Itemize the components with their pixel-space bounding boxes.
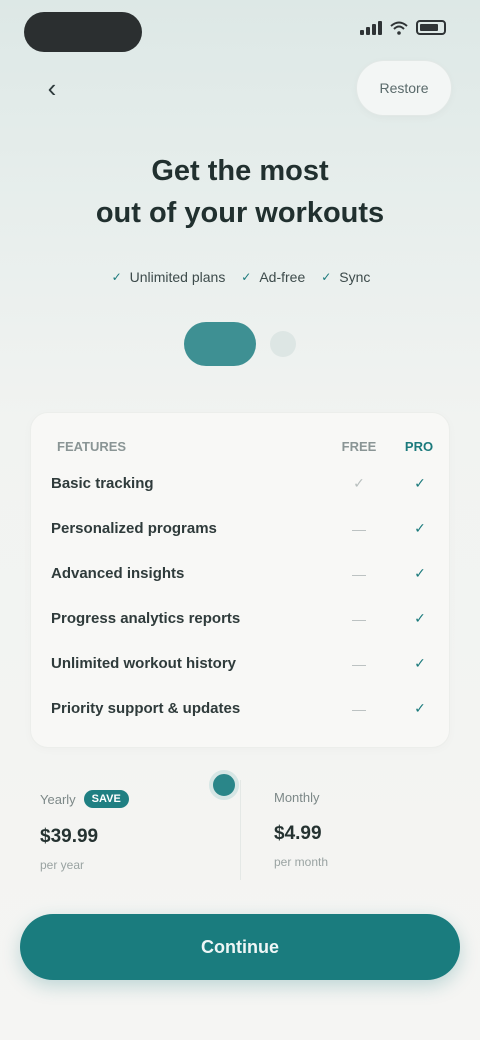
- battery-icon: [416, 20, 446, 35]
- check-icon: ✓: [321, 270, 332, 284]
- benefits-row: ✓ Unlimited plans ✓ Ad-free ✓ Sync: [30, 262, 450, 292]
- plan-price: $39.99: [40, 826, 99, 847]
- benefit-item: ✓ Sync: [319, 269, 370, 285]
- carousel-page-indicator: [0, 322, 480, 366]
- free-dash-icon: —: [352, 610, 366, 627]
- plan-caption-label: Yearly: [40, 791, 76, 807]
- feature-label: Personalized programs: [51, 520, 217, 537]
- comparison-row: Progress analytics reports — ✓: [31, 596, 449, 641]
- comparison-row: Basic tracking ✓ ✓: [31, 461, 449, 506]
- free-dash-icon: —: [352, 655, 366, 672]
- free-column-header: FREE: [341, 439, 377, 454]
- comparison-row: Advanced insights — ✓: [31, 551, 449, 596]
- continue-button[interactable]: Continue: [20, 914, 460, 980]
- plan-caption-label: Monthly: [274, 790, 320, 805]
- comparison-row: Personalized programs — ✓: [31, 506, 449, 551]
- status-bar: [0, 0, 480, 64]
- pro-check-icon: ✓: [414, 520, 426, 536]
- feature-comparison-card: FEATURES FREE PRO Basic tracking ✓ ✓ Per…: [30, 412, 450, 748]
- features-column-header: FEATURES: [57, 439, 127, 454]
- pro-check-icon: ✓: [414, 565, 426, 581]
- feature-label: Progress analytics reports: [51, 610, 241, 627]
- save-badge: SAVE: [83, 790, 129, 808]
- restore-purchases-button[interactable]: Restore: [356, 60, 452, 116]
- pro-column-header: PRO: [404, 439, 434, 454]
- plan-price: $4.99: [274, 823, 322, 844]
- plan-period: per month: [274, 855, 329, 869]
- cellular-signal-icon: [360, 20, 382, 35]
- feature-label: Unlimited workout history: [51, 655, 237, 672]
- plan-option-annual[interactable]: Yearly SAVE $39.99 per year: [40, 790, 240, 872]
- feature-label: Advanced insights: [51, 565, 185, 582]
- plan-option-monthly[interactable]: Monthly $4.99 per month: [274, 790, 474, 869]
- paywall-screen: ‹ Restore Get the most out of your worko…: [0, 0, 480, 1040]
- benefit-item: ✓ Unlimited plans: [110, 269, 226, 285]
- page-dot[interactable]: [270, 331, 296, 357]
- comparison-row: Unlimited workout history — ✓: [31, 641, 449, 686]
- check-icon: ✓: [111, 270, 122, 284]
- plan-divider: [240, 780, 241, 880]
- title-line-2: out of your workouts: [95, 197, 385, 229]
- page-dot-active[interactable]: [184, 322, 256, 366]
- free-dash-icon: —: [352, 565, 366, 582]
- plan-selector: Yearly SAVE $39.99 per year Monthly $4.9…: [0, 770, 480, 900]
- plan-caption: Yearly SAVE: [40, 790, 240, 808]
- pro-check-icon: ✓: [414, 700, 426, 716]
- pro-check-icon: ✓: [414, 475, 426, 491]
- free-dash-icon: —: [352, 520, 366, 537]
- free-dash-icon: —: [352, 700, 366, 717]
- free-check-icon: ✓: [353, 475, 365, 491]
- feature-label: Basic tracking: [51, 475, 154, 492]
- title-line-1: Get the most: [151, 155, 329, 187]
- plan-caption: Monthly: [274, 790, 474, 805]
- pro-check-icon: ✓: [414, 655, 426, 671]
- chevron-left-icon: ‹: [47, 72, 57, 103]
- benefit-label: Ad-free: [259, 269, 306, 285]
- plan-period: per year: [40, 858, 85, 872]
- status-time: [24, 12, 142, 52]
- comparison-row: Priority support & updates — ✓: [31, 686, 449, 731]
- status-icons: [360, 20, 446, 35]
- feature-label: Priority support & updates: [51, 700, 241, 717]
- paywall-title: Get the most out of your workouts: [40, 150, 440, 234]
- wifi-icon: [390, 21, 408, 35]
- comparison-rows: Basic tracking ✓ ✓ Personalized programs…: [31, 461, 449, 731]
- check-icon: ✓: [241, 270, 252, 284]
- benefit-label: Sync: [339, 269, 371, 285]
- pro-check-icon: ✓: [414, 610, 426, 626]
- benefit-label: Unlimited plans: [129, 269, 226, 285]
- back-button[interactable]: ‹: [34, 70, 70, 106]
- benefit-item: ✓ Ad-free: [239, 269, 305, 285]
